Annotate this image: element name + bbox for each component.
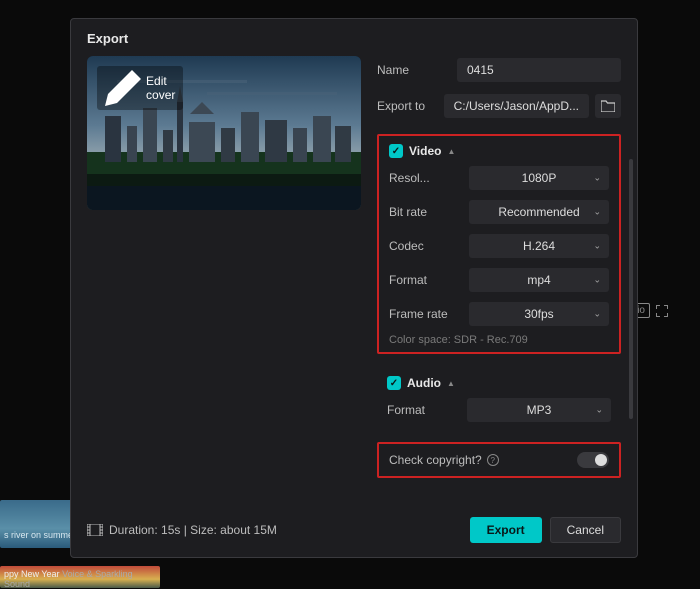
pencil-icon (105, 70, 141, 106)
edit-cover-label: Edit cover (146, 74, 175, 102)
timeline-thumb: ppy New Year Voice & Sparkling Sound (0, 566, 160, 588)
info-icon[interactable]: ? (487, 454, 499, 466)
video-checkbox[interactable]: ✓ (389, 144, 403, 158)
browse-folder-button[interactable] (595, 94, 621, 118)
chevron-down-icon: ⌄ (593, 309, 601, 320)
video-section-title: Video (409, 144, 441, 158)
footer-info: Duration: 15s | Size: about 15M (109, 523, 277, 537)
framerate-label: Frame rate (389, 307, 459, 321)
cancel-button[interactable]: Cancel (550, 517, 621, 543)
video-format-select[interactable]: mp4⌄ (469, 268, 609, 292)
check-copyright-label: Check copyright? (389, 453, 482, 467)
audio-checkbox[interactable]: ✓ (387, 376, 401, 390)
chevron-down-icon: ⌄ (595, 405, 603, 416)
scrollbar[interactable] (629, 159, 633, 489)
chevron-up-icon: ▲ (447, 379, 455, 388)
bitrate-label: Bit rate (389, 205, 459, 219)
codec-select[interactable]: H.264⌄ (469, 234, 609, 258)
name-input[interactable]: 0415 (457, 58, 621, 82)
export-to-label: Export to (377, 99, 434, 113)
audio-format-label: Format (387, 403, 457, 417)
resolution-select[interactable]: 1080P⌄ (469, 166, 609, 190)
folder-icon (601, 100, 615, 112)
audio-section: ✓ Audio ▲ Format MP3⌄ (377, 368, 621, 430)
framerate-select[interactable]: 30fps⌄ (469, 302, 609, 326)
video-section: ✓ Video ▲ Resol... 1080P⌄ Bit rate Recom… (377, 134, 621, 354)
bitrate-select[interactable]: Recommended⌄ (469, 200, 609, 224)
colorspace-info: Color space: SDR - Rec.709 (389, 334, 609, 346)
edit-cover-button[interactable]: Edit cover (97, 66, 183, 110)
check-copyright-toggle[interactable] (577, 452, 609, 468)
audio-section-header[interactable]: ✓ Audio ▲ (387, 376, 611, 390)
name-label: Name (377, 63, 447, 77)
dialog-title: Export (71, 19, 637, 56)
chevron-down-icon: ⌄ (593, 275, 601, 286)
cover-thumbnail: Edit cover (87, 56, 361, 210)
chevron-down-icon: ⌄ (593, 241, 601, 252)
export-button[interactable]: Export (470, 517, 542, 543)
audio-section-title: Audio (407, 376, 441, 390)
audio-format-select[interactable]: MP3⌄ (467, 398, 611, 422)
codec-label: Codec (389, 239, 459, 253)
video-format-label: Format (389, 273, 459, 287)
video-section-header[interactable]: ✓ Video ▲ (389, 144, 609, 158)
resolution-label: Resol... (389, 171, 459, 185)
export-dialog: Export (70, 18, 638, 558)
chevron-up-icon: ▲ (447, 147, 455, 156)
chevron-down-icon: ⌄ (593, 173, 601, 184)
film-icon (87, 524, 103, 536)
chevron-down-icon: ⌄ (593, 207, 601, 218)
check-copyright-row: Check copyright? ? (377, 442, 621, 478)
export-path-input[interactable]: C:/Users/Jason/AppD... (444, 94, 589, 118)
fullscreen-icon (656, 305, 668, 317)
